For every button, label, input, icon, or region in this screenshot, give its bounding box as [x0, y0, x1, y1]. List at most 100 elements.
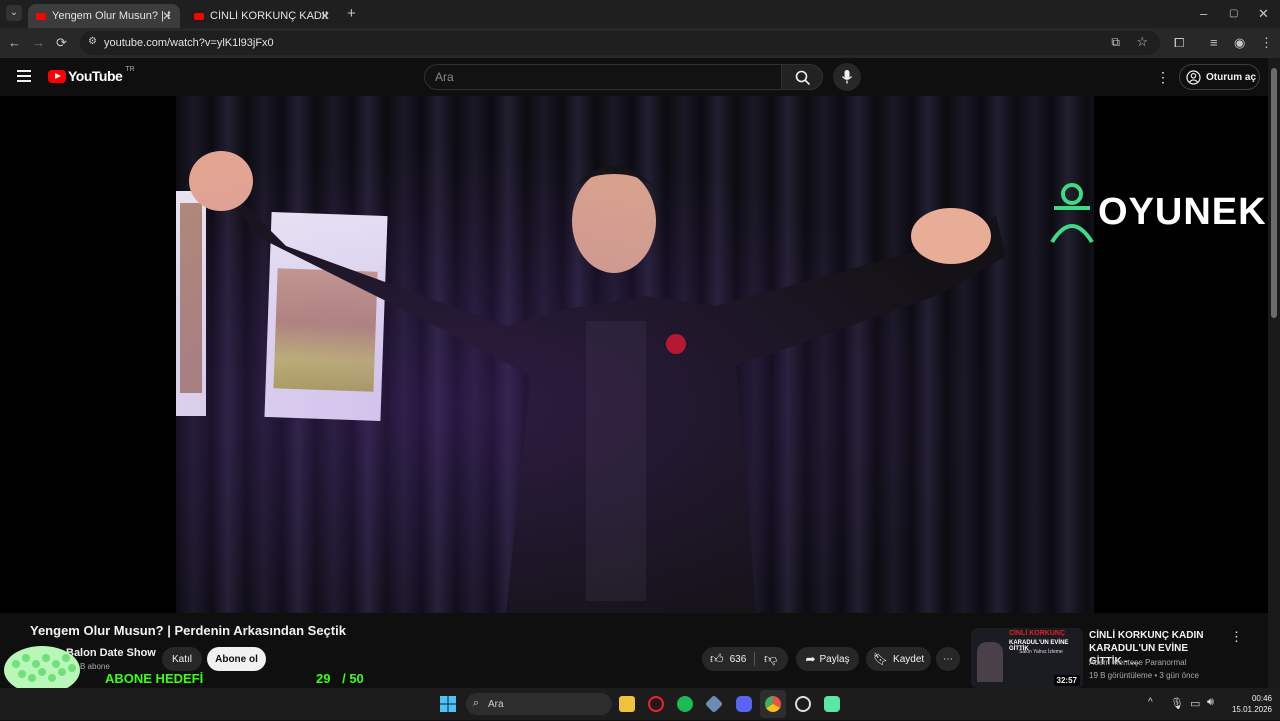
- minimize-icon[interactable]: –: [1200, 6, 1207, 22]
- microphone-icon: [841, 70, 853, 84]
- settings-more-icon[interactable]: ⋮: [1156, 69, 1170, 86]
- save-label: Kaydet: [893, 653, 925, 665]
- windows-start-icon[interactable]: [440, 696, 456, 712]
- presenter-figure: [189, 151, 1006, 613]
- more-actions-button[interactable]: ⋯: [936, 647, 960, 671]
- maximize-icon[interactable]: ▢: [1229, 6, 1238, 22]
- tab-title: Yengem Olur Musun? | Perdenin Arkasından…: [52, 10, 170, 22]
- like-icon[interactable]: 👍︎: [710, 651, 724, 667]
- share-button[interactable]: ➦ Paylaş: [796, 647, 859, 671]
- more-horizontal-icon: ⋯: [943, 653, 953, 665]
- join-label: Katıl: [171, 653, 192, 665]
- reading-list-icon[interactable]: ≡: [1210, 35, 1218, 51]
- search-icon: [795, 70, 811, 86]
- close-tab-icon[interactable]: ✕: [320, 9, 330, 23]
- goal-count: 29 / 50: [316, 671, 364, 686]
- profile-icon[interactable]: ◉: [1234, 35, 1245, 51]
- join-button[interactable]: Katıl: [162, 647, 202, 671]
- tab-inactive[interactable]: CİNLİ KORKUNÇ KADIN KARADUL'UN EVİNE GİT…: [186, 4, 338, 28]
- subscribe-button[interactable]: Abone ol: [207, 647, 266, 671]
- steam-icon[interactable]: [795, 696, 811, 712]
- scrollbar-thumb[interactable]: [1271, 68, 1277, 318]
- taskbar-search[interactable]: ⌕ Ara: [466, 693, 612, 715]
- close-tab-icon[interactable]: ✕: [162, 9, 172, 23]
- tray-date: 15.01.2026: [1231, 705, 1272, 714]
- signin-button[interactable]: Oturum aç: [1179, 64, 1260, 90]
- opera-icon[interactable]: [648, 696, 664, 712]
- install-app-icon[interactable]: ⧉: [1111, 35, 1120, 50]
- recommended-meta: 19 B görüntüleme • 3 gün önce: [1089, 671, 1199, 680]
- close-window-icon[interactable]: ✕: [1258, 6, 1269, 22]
- discord-icon[interactable]: [736, 696, 752, 712]
- bookmark-star-icon[interactable]: ☆: [1136, 34, 1148, 50]
- search-input[interactable]: Ara: [424, 64, 782, 90]
- forward-icon[interactable]: →: [32, 35, 45, 51]
- thumb-line3: Sakın Yalnız İzleme: [1019, 649, 1063, 655]
- photo-woman: [264, 212, 388, 421]
- account-icon: [1186, 70, 1201, 85]
- tray-display-icon[interactable]: ▭: [1190, 697, 1200, 710]
- video-duration: 32:57: [1053, 675, 1080, 686]
- goal-label: ABONE HEDEFİ: [105, 671, 204, 686]
- page-scrollbar[interactable]: [1268, 58, 1280, 688]
- subscriber-count: B abone: [80, 662, 110, 671]
- tab-search-button[interactable]: ⌄: [6, 5, 22, 21]
- youtube-header: YouTube TR Ara ⋮ Oturum aç: [0, 58, 1280, 96]
- voice-search-button[interactable]: [833, 63, 861, 91]
- logo-text: YouTube: [68, 68, 123, 84]
- goal-current: 29: [316, 671, 331, 686]
- recommended-channel[interactable]: Adem Menteşe Paranormal: [1089, 658, 1186, 667]
- photo-left: [176, 191, 206, 416]
- share-label: Paylaş: [819, 653, 850, 665]
- site-info-icon[interactable]: ⚙: [88, 36, 97, 47]
- region-code: TR: [125, 65, 135, 73]
- like-count[interactable]: 636: [730, 654, 747, 665]
- address-toolbar: ← → ⟳ ⚙ youtube.com/watch?v=ylK1l93jFx0 …: [0, 28, 1280, 58]
- like-dislike-group: 👍︎ 636 👎︎: [702, 647, 788, 671]
- share-icon: ➦: [805, 652, 816, 666]
- chrome-active-highlight: [760, 690, 786, 718]
- thumb-person: [977, 642, 1003, 682]
- video-frame: [176, 96, 1094, 613]
- app-icon[interactable]: [704, 694, 724, 714]
- reload-icon[interactable]: ⟳: [56, 35, 67, 51]
- extensions-icon[interactable]: ⧠: [1174, 35, 1184, 51]
- youtube-favicon-icon: [194, 12, 204, 20]
- taskbar-search-icon: ⌕: [473, 697, 480, 709]
- tray-volume-icon[interactable]: 🔊︎: [1207, 696, 1214, 709]
- watermark-text: OYUNEKS: [1098, 190, 1268, 233]
- search-placeholder: Ara: [435, 70, 454, 84]
- tab-active[interactable]: Yengem Olur Musun? | Perdenin Arkasından…: [28, 4, 180, 28]
- spotify-icon[interactable]: [677, 696, 693, 712]
- app-green-icon[interactable]: [824, 696, 840, 712]
- back-icon[interactable]: ←: [8, 35, 21, 51]
- oyuneks-logo-icon: [1050, 183, 1094, 244]
- youtube-favicon-icon: [36, 12, 46, 20]
- windows-taskbar: ⌕ Ara ^ 🎙︎ ▭ 🔊︎ 00:46 15.01.2026: [0, 688, 1280, 720]
- youtube-logo[interactable]: YouTube TR: [48, 65, 135, 84]
- subscribe-label: Abone ol: [215, 653, 258, 665]
- tray-time: 00:46: [1251, 694, 1272, 703]
- save-button[interactable]: 🔖︎ Kaydet: [866, 647, 931, 671]
- tray-mic-icon[interactable]: 🎙︎: [1170, 697, 1184, 710]
- signin-label: Oturum aç: [1206, 71, 1257, 83]
- taskbar-search-placeholder: Ara: [488, 698, 504, 710]
- url-bar[interactable]: ⚙ youtube.com/watch?v=ylK1l93jFx0 ⧉ ☆: [80, 31, 1160, 55]
- goal-target: / 50: [342, 671, 364, 686]
- browser-menu-icon[interactable]: ⋮: [1260, 35, 1273, 51]
- new-tab-icon[interactable]: +: [347, 6, 356, 22]
- tray-overflow-icon[interactable]: ^: [1148, 697, 1153, 708]
- recommended-thumbnail[interactable]: CİNLİ KORKUNÇ KARADUL'UN EVİNE GİTTİK Sa…: [971, 628, 1083, 688]
- dislike-icon[interactable]: 👎︎: [764, 651, 777, 667]
- youtube-play-icon: [48, 69, 66, 83]
- video-player[interactable]: OYUNEKS: [0, 96, 1268, 613]
- search-button[interactable]: [781, 64, 823, 90]
- browser-tab-bar: ⌄ Yengem Olur Musun? | Perdenin Arkasınd…: [0, 0, 1280, 28]
- hamburger-menu-icon[interactable]: [17, 70, 31, 82]
- tab-title: CİNLİ KORKUNÇ KADIN KARADUL'UN EVİNE GİT…: [210, 10, 328, 22]
- video-title: Yengem Olur Musun? | Perdenin Arkasından…: [30, 623, 346, 638]
- url-text: youtube.com/watch?v=ylK1l93jFx0: [104, 37, 274, 49]
- file-explorer-icon[interactable]: [619, 696, 635, 712]
- recommended-more-icon[interactable]: ⋮: [1230, 629, 1243, 645]
- tray-clock[interactable]: 00:46 15.01.2026: [1228, 693, 1272, 715]
